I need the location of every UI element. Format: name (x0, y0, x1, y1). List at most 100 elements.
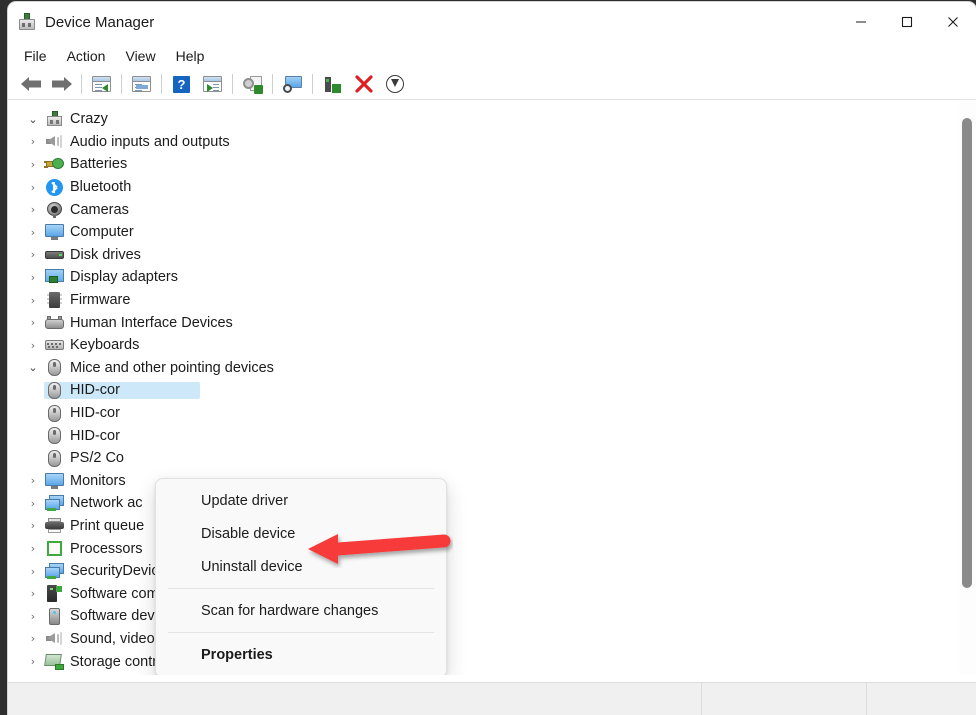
software-component-icon (44, 585, 65, 602)
show-hide-console-tree-button[interactable] (86, 71, 117, 97)
tree-item-hid-mouse-3[interactable]: HID-cor (8, 424, 976, 447)
menu-file[interactable]: File (14, 45, 57, 67)
sidebar-item-batteries[interactable]: › Batteries (8, 153, 976, 176)
software-device-icon (44, 608, 65, 625)
chevron-down-icon[interactable]: ⌄ (22, 113, 44, 126)
chevron-right-icon[interactable]: › (22, 610, 44, 623)
tree-item-label: Firmware (70, 292, 130, 308)
toolbar-separator (121, 74, 122, 94)
menu-view[interactable]: View (115, 45, 165, 67)
chevron-right-icon[interactable]: › (22, 587, 44, 600)
sidebar-item-system-devices[interactable]: › System devices (8, 673, 976, 675)
toolbar-separator (232, 74, 233, 94)
tree-item-label: Network ac (70, 495, 143, 511)
sidebar-item-software-components[interactable]: › Software components (8, 582, 976, 605)
down-arrow-circle-icon (386, 75, 404, 93)
mouse-icon (44, 382, 65, 399)
tree-item-ps2-mouse[interactable]: PS/2 Co (8, 447, 976, 470)
chevron-right-icon[interactable]: › (22, 497, 44, 510)
sidebar-item-print-queues[interactable]: › Print queue (8, 515, 976, 538)
chevron-right-icon[interactable]: › (22, 339, 44, 352)
tree-item-label: Bluetooth (70, 179, 131, 195)
sidebar-item-bluetooth[interactable]: › Bluetooth (8, 176, 976, 199)
disable-device-button[interactable] (379, 71, 410, 97)
scan-for-hardware-changes-button[interactable] (277, 71, 308, 97)
properties-button[interactable] (126, 71, 157, 97)
vertical-scrollbar[interactable] (959, 100, 976, 675)
sidebar-item-network-adapters[interactable]: › Network ac (8, 492, 976, 515)
scrollbar-thumb[interactable] (962, 118, 972, 588)
sidebar-item-sound-video-game[interactable]: › Sound, video and game controllers (8, 628, 976, 651)
context-menu-item-disable-device[interactable]: Disable device (156, 517, 446, 550)
tree-item-label: Crazy (70, 111, 108, 127)
toolbar: ? (8, 69, 976, 100)
chevron-right-icon[interactable]: › (22, 316, 44, 329)
back-button[interactable] (15, 71, 46, 97)
sidebar-item-audio[interactable]: › Audio inputs and outputs (8, 131, 976, 154)
sidebar-item-keyboards[interactable]: › Keyboards (8, 334, 976, 357)
update-driver-button[interactable] (237, 71, 268, 97)
device-tree: ⌄ Crazy › Audio inputs and outputs (8, 100, 976, 675)
sidebar-item-security-devices[interactable]: › SecurityDevices (8, 560, 976, 583)
tree-item-label: Human Interface Devices (70, 315, 233, 331)
chevron-right-icon[interactable]: › (22, 542, 44, 555)
chevron-right-icon[interactable]: › (22, 158, 44, 171)
sidebar-item-cameras[interactable]: › Cameras (8, 198, 976, 221)
menu-action[interactable]: Action (57, 45, 116, 67)
tree-item-root[interactable]: ⌄ Crazy (8, 108, 976, 131)
chevron-right-icon[interactable]: › (22, 632, 44, 645)
status-bar (8, 682, 976, 715)
device-tree-panel: ⌄ Crazy › Audio inputs and outputs (8, 100, 976, 675)
sidebar-item-firmware[interactable]: › Firmware (8, 289, 976, 312)
tree-item-label: Processors (70, 541, 143, 557)
chevron-right-icon[interactable]: › (22, 271, 44, 284)
sidebar-item-processors[interactable]: › Processors (8, 537, 976, 560)
uninstall-device-button[interactable] (348, 71, 379, 97)
chevron-right-icon[interactable]: › (22, 135, 44, 148)
help-button[interactable]: ? (166, 71, 197, 97)
maximize-button[interactable] (884, 2, 930, 42)
chevron-right-icon[interactable]: › (22, 655, 44, 668)
sidebar-item-software-devices[interactable]: › Software devices (8, 605, 976, 628)
status-pane-2 (702, 683, 867, 715)
chevron-down-icon[interactable]: ⌄ (22, 361, 44, 374)
speaker-icon (44, 631, 65, 646)
chevron-right-icon[interactable]: › (22, 248, 44, 261)
chevron-right-icon[interactable]: › (22, 203, 44, 216)
sidebar-item-display-adapters[interactable]: › Display adapters (8, 266, 976, 289)
sidebar-item-mice[interactable]: ⌄ Mice and other pointing devices (8, 357, 976, 380)
sidebar-item-monitors[interactable]: › Monitors (8, 470, 976, 493)
sidebar-item-disk-drives[interactable]: › Disk drives (8, 244, 976, 267)
add-legacy-hardware-button[interactable] (317, 71, 348, 97)
tree-item-hid-mouse-1[interactable]: HID-cor (8, 379, 976, 402)
sidebar-item-storage-controllers[interactable]: › Storage controllers (8, 650, 976, 673)
context-menu-item-uninstall-device[interactable]: Uninstall device (156, 550, 446, 583)
monitor-icon (44, 224, 65, 240)
show-hide-action-pane-button[interactable] (197, 71, 228, 97)
sidebar-item-computer[interactable]: › Computer (8, 221, 976, 244)
context-menu-item-scan-for-hardware-changes[interactable]: Scan for hardware changes (156, 594, 446, 627)
menu-help[interactable]: Help (166, 45, 215, 67)
tree-item-hid-mouse-2[interactable]: HID-cor (8, 402, 976, 425)
forward-button[interactable] (46, 71, 77, 97)
action-pane-icon (203, 76, 222, 92)
chevron-right-icon[interactable]: › (22, 519, 44, 532)
chevron-right-icon[interactable]: › (22, 294, 44, 307)
tree-item-label: Cameras (70, 202, 129, 218)
context-menu-item-update-driver[interactable]: Update driver (156, 484, 446, 517)
tree-item-label: Print queue (70, 518, 144, 534)
battery-icon (44, 157, 65, 172)
keyboard-icon (44, 339, 65, 351)
chevron-right-icon[interactable]: › (22, 565, 44, 578)
close-button[interactable] (930, 2, 976, 42)
display-adapter-icon (44, 269, 65, 285)
chevron-right-icon[interactable]: › (22, 226, 44, 239)
storage-controller-icon (44, 654, 65, 670)
chevron-right-icon[interactable]: › (22, 181, 44, 194)
toolbar-separator (272, 74, 273, 94)
chevron-right-icon[interactable]: › (22, 474, 44, 487)
status-pane-3 (867, 683, 976, 715)
context-menu-item-properties[interactable]: Properties (156, 638, 446, 671)
sidebar-item-hid[interactable]: › Human Interface Devices (8, 311, 976, 334)
minimize-button[interactable] (838, 2, 884, 42)
